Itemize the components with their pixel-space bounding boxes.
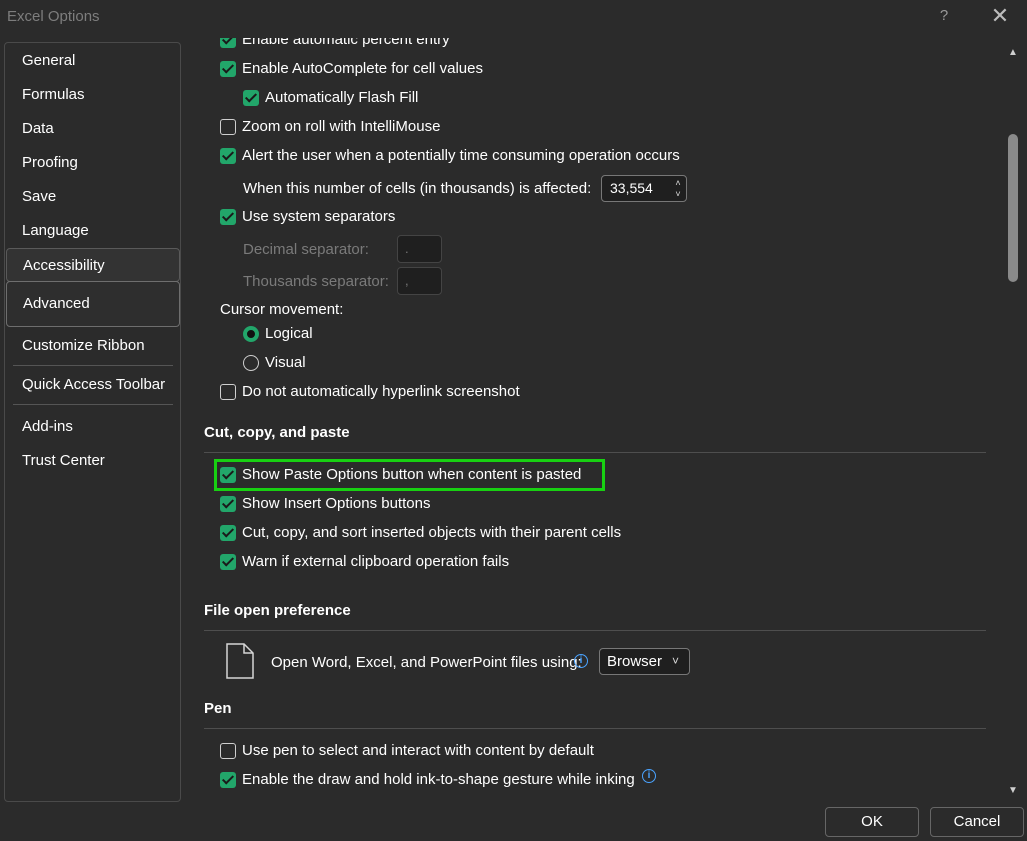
thousands-separator-label: Thousands separator: — [243, 273, 389, 290]
decimal-separator-label: Decimal separator: — [243, 241, 369, 258]
checkbox-checked-icon[interactable] — [220, 554, 236, 570]
checkbox-checked-icon[interactable] — [220, 525, 236, 541]
vertical-scrollbar[interactable]: ▲ ▼ — [1004, 42, 1022, 802]
sidebar-item-add-ins[interactable]: Add-ins — [6, 410, 180, 444]
help-button[interactable]: ? — [934, 4, 954, 28]
file-open-value: Browser — [607, 653, 663, 670]
chevron-down-icon[interactable]: ˅ — [672, 188, 684, 200]
cursor-movement-label: Cursor movement: — [220, 301, 344, 318]
scrollbar-thumb[interactable] — [1008, 134, 1018, 282]
window-title: Excel Options — [7, 8, 100, 25]
sidebar-item-quick-access-toolbar[interactable]: Quick Access Toolbar — [6, 368, 180, 402]
scroll-down-icon[interactable]: ▼ — [1006, 784, 1020, 798]
checkbox-checked-icon[interactable] — [220, 467, 236, 483]
ok-button[interactable]: OK — [825, 807, 919, 837]
sidebar-item-language[interactable]: Language — [6, 214, 180, 248]
title-bar: Excel Options ? ✕ — [0, 0, 1027, 34]
thousands-separator-input[interactable]: , — [397, 267, 442, 295]
info-icon[interactable]: i — [574, 654, 588, 668]
section-heading-cut-copy-paste: Cut, copy, and paste — [204, 424, 350, 441]
sidebar-item-customize-ribbon[interactable]: Customize Ribbon — [6, 329, 180, 363]
sidebar-item-data[interactable]: Data — [6, 112, 180, 146]
section-divider — [204, 630, 986, 631]
scroll-up-icon[interactable]: ▲ — [1006, 46, 1020, 60]
checkbox-checked-icon[interactable] — [220, 772, 236, 788]
sidebar: General Formulas Data Proofing Save Lang… — [4, 42, 181, 802]
sidebar-item-save[interactable]: Save — [6, 180, 180, 214]
section-heading-file-open: File open preference — [204, 602, 351, 619]
sidebar-item-formulas[interactable]: Formulas — [6, 78, 180, 112]
radio-selected-icon[interactable] — [243, 326, 259, 342]
checkbox-checked-icon[interactable] — [243, 90, 259, 106]
radio-unselected-icon[interactable] — [243, 355, 259, 371]
checkbox-checked-icon[interactable] — [220, 496, 236, 512]
document-icon — [226, 643, 254, 679]
checkbox-unchecked-icon[interactable] — [220, 743, 236, 759]
cells-affected-value[interactable]: 33,554 — [610, 176, 653, 201]
file-open-select[interactable]: Browser ˅ — [599, 648, 690, 675]
section-divider — [204, 728, 986, 729]
checkbox-checked-icon[interactable] — [220, 209, 236, 225]
sidebar-item-trust-center[interactable]: Trust Center — [6, 444, 180, 478]
section-divider — [204, 452, 986, 453]
info-icon[interactable]: i — [642, 769, 656, 783]
close-button[interactable]: ✕ — [986, 4, 1014, 28]
sidebar-item-advanced[interactable]: Advanced — [6, 281, 180, 327]
sidebar-item-general[interactable]: General — [6, 44, 180, 78]
decimal-separator-input[interactable]: . — [397, 235, 442, 263]
section-heading-pen: Pen — [204, 700, 232, 717]
sidebar-item-proofing[interactable]: Proofing — [6, 146, 180, 180]
cancel-button[interactable]: Cancel — [930, 807, 1024, 837]
sidebar-item-accessibility[interactable]: Accessibility — [6, 248, 180, 282]
file-open-label: Open Word, Excel, and PowerPoint files u… — [271, 654, 582, 671]
checkbox-checked-icon[interactable] — [220, 148, 236, 164]
checkbox-checked-icon[interactable] — [220, 38, 236, 48]
checkbox-unchecked-icon[interactable] — [220, 119, 236, 135]
chevron-down-icon: ˅ — [672, 654, 680, 668]
checkbox-checked-icon[interactable] — [220, 61, 236, 77]
sidebar-divider — [13, 365, 173, 366]
checkbox-unchecked-icon[interactable] — [220, 384, 236, 400]
options-panel: Enable automatic percent entry Enable Au… — [190, 38, 1000, 802]
cells-affected-stepper[interactable]: 33,554 ˄ ˅ — [601, 175, 687, 202]
sidebar-divider — [13, 404, 173, 405]
cells-affected-label: When this number of cells (in thousands)… — [243, 180, 592, 197]
